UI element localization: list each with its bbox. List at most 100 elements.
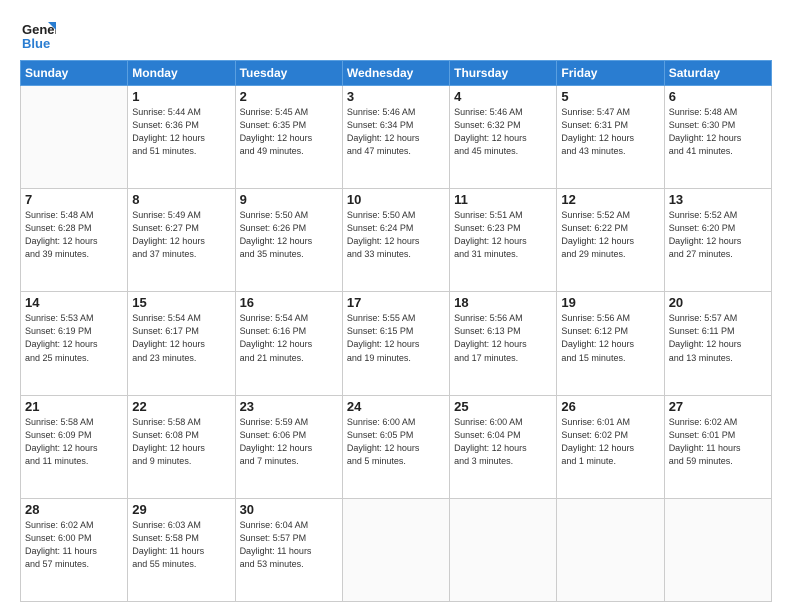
week-row-3: 14 Sunrise: 5:53 AM Sunset: 6:19 PM Dayli… [21,292,772,395]
day-number: 12 [561,192,659,207]
day-number: 10 [347,192,445,207]
day-info: Sunrise: 6:02 AM Sunset: 6:01 PM Dayligh… [669,416,767,468]
calendar-cell: 2Sunrise: 5:45 AM Sunset: 6:35 PM Daylig… [235,86,342,189]
day-number: 29 [132,502,230,517]
calendar-cell [450,498,557,601]
day-info: Sunrise: 5:54 AM Sunset: 6:17 PM Dayligh… [132,312,230,364]
day-info: Sunrise: 5:46 AM Sunset: 6:34 PM Dayligh… [347,106,445,158]
calendar-cell [21,86,128,189]
day-number: 18 [454,295,552,310]
day-info: Sunrise: 5:49 AM Sunset: 6:27 PM Dayligh… [132,209,230,261]
calendar-cell: 6 Sunrise: 5:48 AM Sunset: 6:30 PM Daylig… [664,86,771,189]
day-number: 23 [240,399,338,414]
day-info: Sunrise: 5:48 AM Sunset: 6:28 PM Dayligh… [25,209,123,261]
day-number: 17 [347,295,445,310]
day-info: Sunrise: 5:46 AM Sunset: 6:32 PM Dayligh… [454,106,552,158]
day-info: Sunrise: 5:55 AM Sunset: 6:15 PM Dayligh… [347,312,445,364]
day-number: 4 [454,89,552,104]
calendar-cell: 1Sunrise: 5:44 AM Sunset: 6:36 PM Daylig… [128,86,235,189]
weekday-header-tuesday: Tuesday [235,61,342,86]
day-info: Sunrise: 5:59 AM Sunset: 6:06 PM Dayligh… [240,416,338,468]
day-info: Sunrise: 5:52 AM Sunset: 6:20 PM Dayligh… [669,209,767,261]
day-number: 19 [561,295,659,310]
calendar-cell: 25 Sunrise: 6:00 AM Sunset: 6:04 PM Dayli… [450,395,557,498]
day-number: 14 [25,295,123,310]
weekday-header-monday: Monday [128,61,235,86]
day-info: Sunrise: 6:01 AM Sunset: 6:02 PM Dayligh… [561,416,659,468]
calendar-cell: 27 Sunrise: 6:02 AM Sunset: 6:01 PM Dayli… [664,395,771,498]
day-number: 8 [132,192,230,207]
day-number: 25 [454,399,552,414]
day-info: Sunrise: 6:04 AM Sunset: 5:57 PM Dayligh… [240,519,338,571]
day-number: 13 [669,192,767,207]
calendar-cell: 30Sunrise: 6:04 AM Sunset: 5:57 PM Dayli… [235,498,342,601]
day-number: 11 [454,192,552,207]
day-info: Sunrise: 6:00 AM Sunset: 6:05 PM Dayligh… [347,416,445,468]
svg-text:Blue: Blue [22,36,50,51]
day-number: 15 [132,295,230,310]
calendar-cell: 22 Sunrise: 5:58 AM Sunset: 6:08 PM Dayli… [128,395,235,498]
calendar-cell [557,498,664,601]
day-info: Sunrise: 5:51 AM Sunset: 6:23 PM Dayligh… [454,209,552,261]
calendar-cell: 15 Sunrise: 5:54 AM Sunset: 6:17 PM Dayli… [128,292,235,395]
day-number: 28 [25,502,123,517]
day-info: Sunrise: 5:44 AM Sunset: 6:36 PM Dayligh… [132,106,230,158]
day-info: Sunrise: 5:48 AM Sunset: 6:30 PM Dayligh… [669,106,767,158]
calendar-cell: 12 Sunrise: 5:52 AM Sunset: 6:22 PM Dayli… [557,189,664,292]
weekday-header-sunday: Sunday [21,61,128,86]
day-info: Sunrise: 5:53 AM Sunset: 6:19 PM Dayligh… [25,312,123,364]
calendar-cell: 17 Sunrise: 5:55 AM Sunset: 6:15 PM Dayli… [342,292,449,395]
calendar-cell: 28 Sunrise: 6:02 AM Sunset: 6:00 PM Dayli… [21,498,128,601]
calendar-cell: 3 Sunrise: 5:46 AM Sunset: 6:34 PM Daylig… [342,86,449,189]
calendar-cell: 16Sunrise: 5:54 AM Sunset: 6:16 PM Dayli… [235,292,342,395]
day-info: Sunrise: 6:03 AM Sunset: 5:58 PM Dayligh… [132,519,230,571]
day-info: Sunrise: 6:00 AM Sunset: 6:04 PM Dayligh… [454,416,552,468]
day-info: Sunrise: 5:50 AM Sunset: 6:26 PM Dayligh… [240,209,338,261]
week-row-2: 7Sunrise: 5:48 AM Sunset: 6:28 PM Daylig… [21,189,772,292]
day-number: 3 [347,89,445,104]
calendar-cell: 26 Sunrise: 6:01 AM Sunset: 6:02 PM Dayli… [557,395,664,498]
calendar-cell: 5 Sunrise: 5:47 AM Sunset: 6:31 PM Daylig… [557,86,664,189]
day-number: 9 [240,192,338,207]
calendar-cell: 8 Sunrise: 5:49 AM Sunset: 6:27 PM Daylig… [128,189,235,292]
calendar-cell: 20 Sunrise: 5:57 AM Sunset: 6:11 PM Dayli… [664,292,771,395]
calendar-cell: 23 Sunrise: 5:59 AM Sunset: 6:06 PM Dayli… [235,395,342,498]
day-info: Sunrise: 5:47 AM Sunset: 6:31 PM Dayligh… [561,106,659,158]
day-number: 22 [132,399,230,414]
weekday-header-wednesday: Wednesday [342,61,449,86]
calendar-page: General Blue SundayMondayTuesdayWednesda… [0,0,792,612]
day-info: Sunrise: 5:57 AM Sunset: 6:11 PM Dayligh… [669,312,767,364]
calendar-cell: 9 Sunrise: 5:50 AM Sunset: 6:26 PM Daylig… [235,189,342,292]
weekday-header-row: SundayMondayTuesdayWednesdayThursdayFrid… [21,61,772,86]
calendar-cell: 4 Sunrise: 5:46 AM Sunset: 6:32 PM Daylig… [450,86,557,189]
logo: General Blue [20,18,56,54]
day-info: Sunrise: 5:54 AM Sunset: 6:16 PM Dayligh… [240,312,338,364]
day-number: 6 [669,89,767,104]
calendar-cell: 19 Sunrise: 5:56 AM Sunset: 6:12 PM Dayli… [557,292,664,395]
day-number: 5 [561,89,659,104]
day-number: 26 [561,399,659,414]
calendar-cell: 7Sunrise: 5:48 AM Sunset: 6:28 PM Daylig… [21,189,128,292]
day-info: Sunrise: 5:58 AM Sunset: 6:08 PM Dayligh… [132,416,230,468]
day-info: Sunrise: 5:52 AM Sunset: 6:22 PM Dayligh… [561,209,659,261]
week-row-4: 21Sunrise: 5:58 AM Sunset: 6:09 PM Dayli… [21,395,772,498]
day-info: Sunrise: 5:56 AM Sunset: 6:12 PM Dayligh… [561,312,659,364]
day-info: Sunrise: 5:50 AM Sunset: 6:24 PM Dayligh… [347,209,445,261]
day-info: Sunrise: 5:56 AM Sunset: 6:13 PM Dayligh… [454,312,552,364]
day-info: Sunrise: 5:58 AM Sunset: 6:09 PM Dayligh… [25,416,123,468]
week-row-5: 28 Sunrise: 6:02 AM Sunset: 6:00 PM Dayli… [21,498,772,601]
calendar-cell: 29 Sunrise: 6:03 AM Sunset: 5:58 PM Dayli… [128,498,235,601]
weekday-header-thursday: Thursday [450,61,557,86]
calendar-cell: 13 Sunrise: 5:52 AM Sunset: 6:20 PM Dayli… [664,189,771,292]
calendar-cell: 18 Sunrise: 5:56 AM Sunset: 6:13 PM Dayli… [450,292,557,395]
day-info: Sunrise: 6:02 AM Sunset: 6:00 PM Dayligh… [25,519,123,571]
day-info: Sunrise: 5:45 AM Sunset: 6:35 PM Dayligh… [240,106,338,158]
calendar-cell: 14 Sunrise: 5:53 AM Sunset: 6:19 PM Dayli… [21,292,128,395]
weekday-header-friday: Friday [557,61,664,86]
day-number: 24 [347,399,445,414]
calendar-cell: 21Sunrise: 5:58 AM Sunset: 6:09 PM Dayli… [21,395,128,498]
day-number: 27 [669,399,767,414]
logo-icon: General Blue [20,18,56,54]
weekday-header-saturday: Saturday [664,61,771,86]
day-number: 20 [669,295,767,310]
